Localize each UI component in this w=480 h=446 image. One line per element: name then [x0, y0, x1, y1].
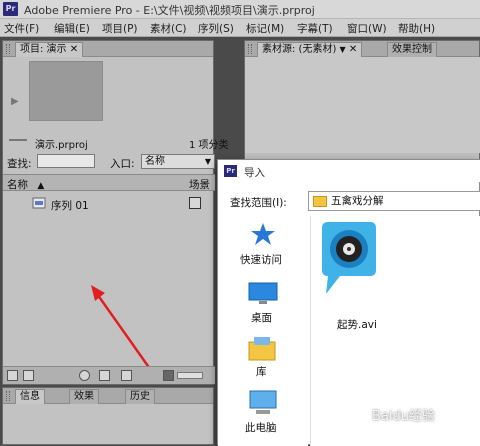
dialog-title: 导入: [244, 167, 265, 179]
list-view-icon[interactable]: [7, 370, 18, 381]
place-desktop[interactable]: 桌面: [251, 310, 272, 325]
item-count: 1 项分类: [189, 140, 229, 151]
tab-info[interactable]: 信息: [15, 389, 45, 404]
menu-marker[interactable]: 标记(M): [246, 21, 284, 36]
close-icon[interactable]: ✕: [70, 44, 78, 55]
project-panel: 项目: 演示 ✕ ▶ 演示.prproj 1 项分类 查找: 入口: 名称 ▼ …: [2, 40, 229, 385]
this-pc-icon[interactable]: [248, 390, 278, 416]
menu-clip[interactable]: 素材(C): [150, 21, 187, 36]
sort-ascending-icon: ▲: [37, 181, 45, 191]
menu-project[interactable]: 项目(P): [102, 21, 138, 36]
in-point-value: 名称: [145, 156, 165, 167]
column-name-label: 名称: [7, 179, 28, 191]
folder-icon: [313, 196, 327, 207]
watermark: Baidu经验: [372, 409, 435, 424]
file-item[interactable]: [318, 220, 380, 308]
new-item-icon[interactable]: [121, 370, 132, 381]
scene-checkbox[interactable]: [189, 197, 201, 209]
search-input[interactable]: [37, 154, 95, 168]
file-name[interactable]: 起势.avi: [337, 317, 377, 332]
desktop-icon[interactable]: [248, 282, 278, 306]
chevron-down-icon: ▼: [204, 157, 211, 166]
tab-project-label: 项目: 演示: [20, 44, 67, 55]
search-label: 查找:: [7, 158, 32, 170]
window-title: Adobe Premiere Pro - E:\文件\视频\视频项目\演示.pr…: [24, 4, 315, 17]
in-point-label: 入口:: [110, 158, 135, 170]
project-file-name: 演示.prproj: [35, 140, 88, 151]
info-tab-strip: 信息 效果 历史: [3, 388, 213, 404]
project-toolbar: [3, 366, 215, 384]
clip-thumbnail: [29, 61, 103, 121]
menu-edit[interactable]: 编辑(E): [54, 21, 90, 36]
panel-grip-icon[interactable]: [6, 391, 10, 401]
places-bar: 快速访问 桌面 库 此电脑: [218, 218, 308, 446]
library-icon[interactable]: [248, 336, 276, 362]
scrollbar[interactable]: [177, 372, 203, 379]
menu-bar: 文件(F) 编辑(E) 项目(P) 素材(C) 序列(S) 标记(M) 字幕(T…: [0, 19, 480, 37]
menu-file[interactable]: 文件(F): [4, 21, 39, 36]
premiere-logo-icon: Pr: [224, 165, 237, 177]
source-tab-strip: 素材源: (无素材) ▼ ✕ 效果控制: [245, 41, 479, 57]
panel-grip-icon[interactable]: [6, 44, 10, 54]
list-header: 名称 ▲ 场景: [3, 174, 215, 191]
column-scene-header[interactable]: 场景: [189, 177, 210, 192]
find-icon[interactable]: [79, 370, 90, 381]
new-bin-icon[interactable]: [99, 370, 110, 381]
sequence-item[interactable]: 序列 01: [51, 198, 89, 213]
quick-access-star-icon[interactable]: [250, 222, 276, 246]
sequence-icon: [32, 197, 46, 209]
menu-help[interactable]: 帮助(H): [398, 21, 435, 36]
dialog-title-bar: Pr 导入: [218, 160, 480, 182]
tab-source-label: 素材源: (无素材): [262, 44, 337, 55]
menu-title[interactable]: 字幕(T): [297, 21, 333, 36]
poster-frame-icon[interactable]: [9, 131, 27, 141]
tab-project[interactable]: 项目: 演示 ✕: [15, 42, 84, 57]
project-tab-strip: 项目: 演示 ✕: [3, 41, 213, 57]
close-icon[interactable]: ✕: [349, 44, 357, 55]
scroll-left-icon[interactable]: [163, 370, 174, 381]
in-point-select[interactable]: 名称 ▼: [141, 154, 215, 169]
place-this-pc[interactable]: 此电脑: [245, 420, 277, 435]
look-in-select[interactable]: 五禽戏分解: [308, 191, 480, 211]
title-bar: Pr Adobe Premiere Pro - E:\文件\视频\视频项目\演示…: [0, 0, 480, 19]
tab-effects[interactable]: 效果: [69, 389, 99, 404]
menu-window[interactable]: 窗口(W): [347, 21, 387, 36]
tab-effect-controls[interactable]: 效果控制: [387, 42, 437, 57]
place-quick-access[interactable]: 快速访问: [240, 252, 282, 267]
premiere-logo-icon: Pr: [3, 2, 18, 16]
source-monitor: [245, 57, 480, 153]
column-name-header[interactable]: 名称 ▲: [7, 177, 44, 192]
look-in-label: 查找范围(I):: [230, 197, 287, 209]
tab-source[interactable]: 素材源: (无素材) ▼ ✕: [257, 42, 363, 57]
video-file-icon: [322, 222, 376, 294]
import-dialog: Pr 导入 查找范围(I): 五禽戏分解 快速访问 桌面 库 此电脑 起势.av…: [217, 159, 480, 446]
chevron-down-icon[interactable]: ▼: [340, 45, 346, 54]
play-icon[interactable]: ▶: [11, 96, 19, 107]
menu-sequence[interactable]: 序列(S): [198, 21, 234, 36]
info-panel: 信息 效果 历史: [2, 387, 214, 445]
tab-history[interactable]: 历史: [125, 389, 155, 404]
panel-grip-icon[interactable]: [248, 44, 252, 54]
place-library[interactable]: 库: [256, 364, 267, 379]
icon-view-icon[interactable]: [23, 370, 34, 381]
